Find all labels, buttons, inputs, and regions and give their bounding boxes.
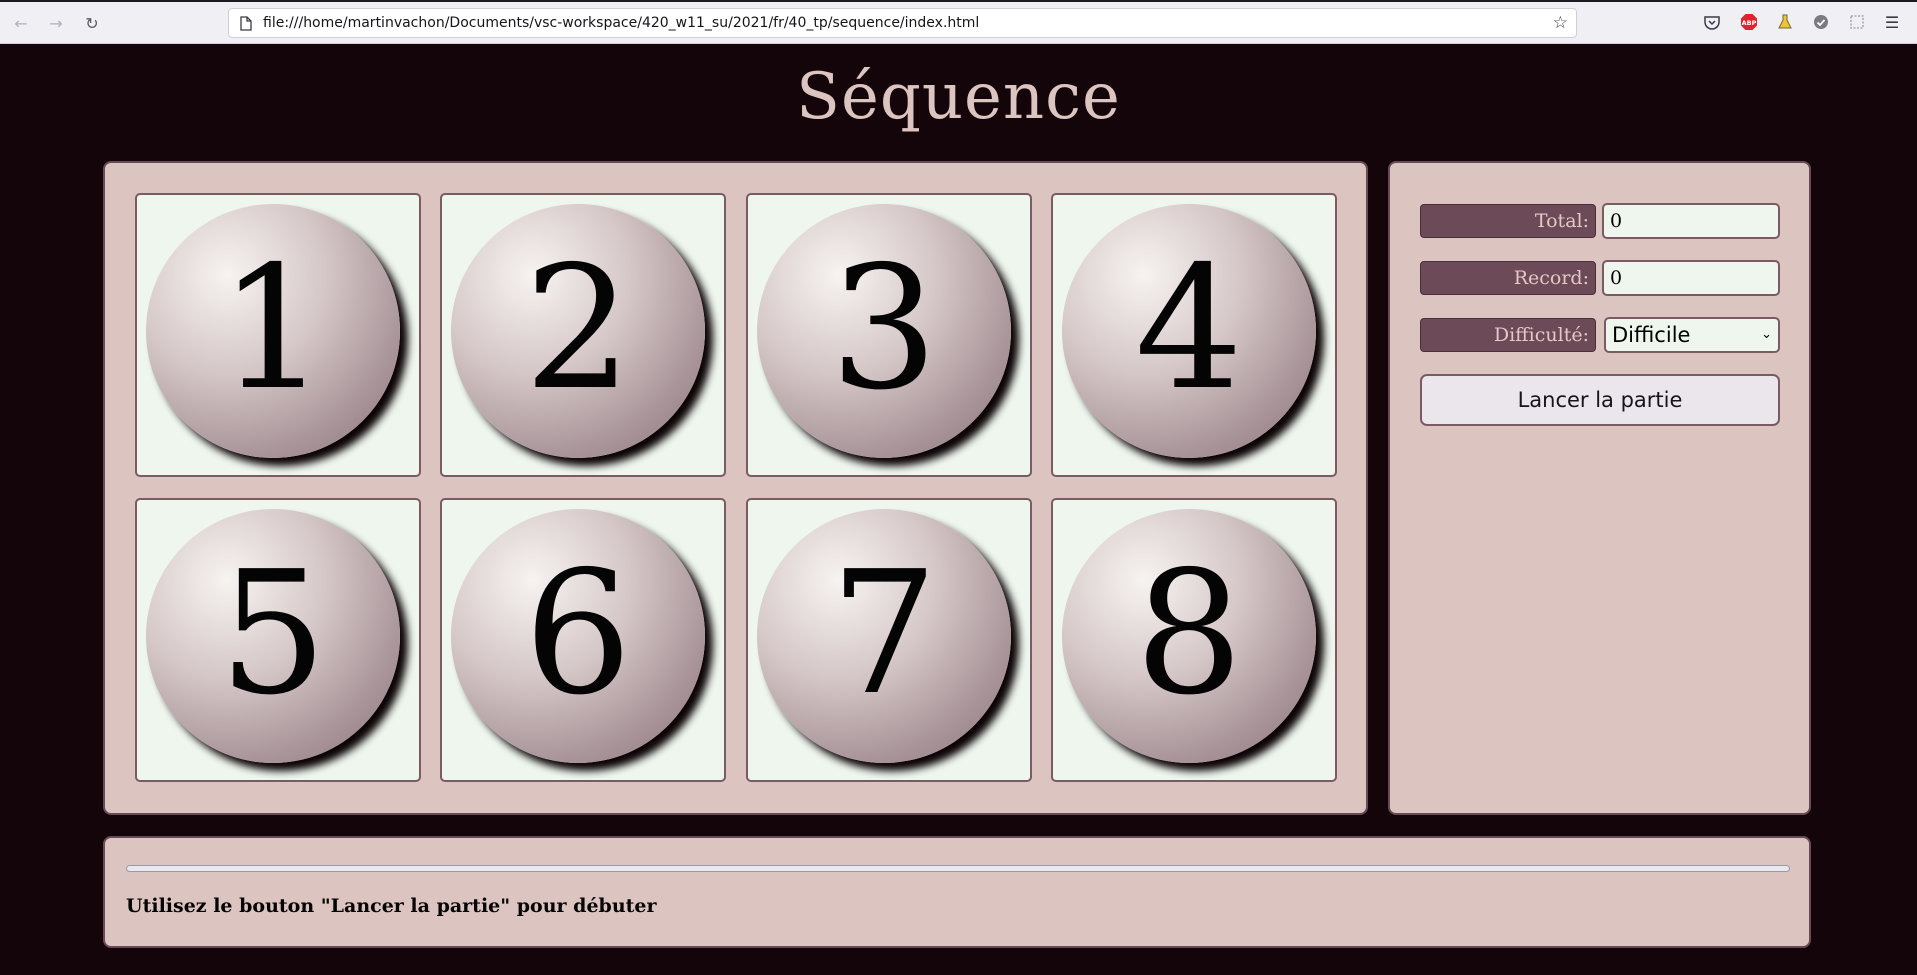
flask-icon[interactable] [1776,13,1794,31]
difficulty-label: Difficulté: [1420,318,1596,352]
address-bar[interactable]: file:///home/martinvachon/Documents/vsc-… [228,8,1577,38]
screenshot-icon[interactable] [1848,13,1866,31]
total-label: Total: [1420,204,1596,238]
ball-6[interactable]: 6 [451,509,705,763]
chevron-down-icon: ⌄ [1761,327,1772,342]
cell-5[interactable]: 5 [135,498,421,782]
browser-toolbar: ← → ↻ file:///home/martinvachon/Document… [0,0,1917,44]
ball-number: 4 [1134,230,1244,428]
record-label: Record: [1420,261,1596,295]
ball-number: 7 [829,535,939,733]
control-panel: Total: 0 Record: 0 Difficulté: Difficile… [1388,161,1811,815]
ball-number: 5 [218,535,328,733]
ball-number: 2 [523,230,633,428]
checkmark-extension-icon[interactable] [1812,13,1830,31]
record-field[interactable]: 0 [1602,260,1780,296]
cell-6[interactable]: 6 [440,498,726,782]
ball-7[interactable]: 7 [757,509,1011,763]
pocket-icon[interactable] [1703,13,1721,31]
progress-bar [126,865,1790,872]
ball-number: 1 [218,230,328,428]
ball-5[interactable]: 5 [146,509,400,763]
cell-8[interactable]: 8 [1051,498,1337,782]
window-edge [0,0,1917,2]
cell-3[interactable]: 3 [746,193,1032,477]
ball-4[interactable]: 4 [1062,204,1316,458]
url-text: file:///home/martinvachon/Documents/vsc-… [263,15,980,31]
ball-8[interactable]: 8 [1062,509,1316,763]
menu-icon[interactable]: ☰ [1883,13,1901,32]
ball-number: 8 [1134,535,1244,733]
adblock-icon[interactable]: ABP [1740,13,1758,31]
page-icon [237,14,255,32]
reload-icon[interactable]: ↻ [81,12,103,34]
ball-2[interactable]: 2 [451,204,705,458]
total-field[interactable]: 0 [1602,203,1780,239]
difficulty-select[interactable]: Difficile ⌄ [1604,317,1780,353]
back-icon[interactable]: ← [10,12,32,34]
bookmark-star-icon[interactable]: ☆ [1553,13,1568,33]
ball-3[interactable]: 3 [757,204,1011,458]
cell-2[interactable]: 2 [440,193,726,477]
status-message: Utilisez le bouton "Lancer la partie" po… [126,895,657,917]
cell-1[interactable]: 1 [135,193,421,477]
status-panel: Utilisez le bouton "Lancer la partie" po… [103,836,1811,948]
cell-4[interactable]: 4 [1051,193,1337,477]
game-board: 1 2 3 4 5 6 7 8 [103,161,1368,815]
ball-1[interactable]: 1 [146,204,400,458]
start-game-button[interactable]: Lancer la partie [1420,374,1780,426]
page-title: Séquence [796,60,1121,134]
difficulty-selected-value: Difficile [1612,323,1691,347]
ball-number: 6 [523,535,633,733]
forward-icon[interactable]: → [45,12,67,34]
cell-7[interactable]: 7 [746,498,1032,782]
adblock-text: ABP [1742,19,1757,27]
ball-number: 3 [829,230,939,428]
